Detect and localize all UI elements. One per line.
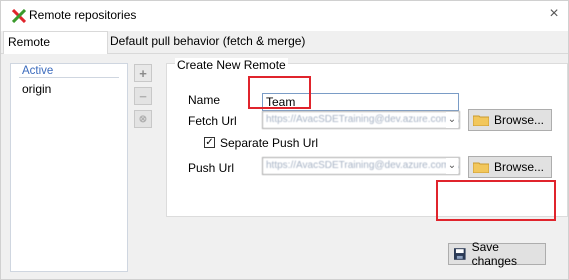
edit-icon: ⊗ [138, 113, 148, 125]
list-item-origin[interactable]: origin [22, 82, 51, 96]
tab-default-pull-behavior[interactable]: Default pull behavior (fetch & merge) [106, 31, 309, 53]
floppy-disk-icon [454, 248, 466, 260]
remotes-list[interactable]: Active origin [10, 63, 128, 272]
separate-push-url-checkbox[interactable]: ✓ [204, 137, 215, 148]
save-changes-label: Save changes [471, 240, 517, 268]
app-x-icon [12, 9, 26, 23]
close-icon[interactable]: × [544, 4, 564, 24]
group-title: Create New Remote [175, 58, 288, 72]
separate-push-url-label: Separate Push Url [220, 136, 319, 150]
folder-icon [473, 115, 489, 126]
fetch-browse-button[interactable]: Browse... [468, 109, 552, 131]
name-label: Name [188, 93, 221, 107]
tab-remote-repositories[interactable]: Remote repositories [3, 31, 108, 70]
chevron-down-icon[interactable]: ⌄ [446, 112, 458, 128]
remove-remote-button[interactable]: − [134, 87, 152, 105]
list-header-active: Active [22, 65, 54, 77]
list-divider [19, 77, 119, 78]
checkmark-icon: ✓ [205, 137, 214, 148]
folder-icon [473, 162, 489, 173]
browse-label: Browse... [494, 160, 545, 174]
save-changes-button[interactable]: Save changes [448, 240, 546, 268]
push-url-label: Push Url [188, 161, 235, 175]
push-url-dropdown[interactable]: https://AvacSDETraining@dev.azure.com/Av [262, 157, 460, 175]
window-title: Remote repositories [29, 8, 137, 22]
highlight-save-box [436, 180, 556, 221]
plus-icon: + [139, 65, 147, 81]
title-bar: Remote repositories × [1, 1, 568, 28]
fetch-url-label: Fetch Url [188, 114, 237, 128]
minus-icon: − [139, 88, 147, 104]
fetch-url-dropdown[interactable]: https://AvacSDETraining@dev.azure.com/Av [262, 111, 460, 129]
edit-remote-button[interactable]: ⊗ [134, 110, 152, 128]
push-browse-button[interactable]: Browse... [468, 156, 552, 178]
add-remote-button[interactable]: + [134, 64, 152, 82]
remote-repositories-dialog: Remote repositories × Remote repositorie… [0, 0, 569, 280]
highlight-name-box [248, 76, 311, 109]
chevron-down-icon[interactable]: ⌄ [446, 158, 458, 174]
browse-label: Browse... [494, 113, 545, 127]
tab-bar: Remote repositories Default pull behavio… [1, 31, 568, 70]
